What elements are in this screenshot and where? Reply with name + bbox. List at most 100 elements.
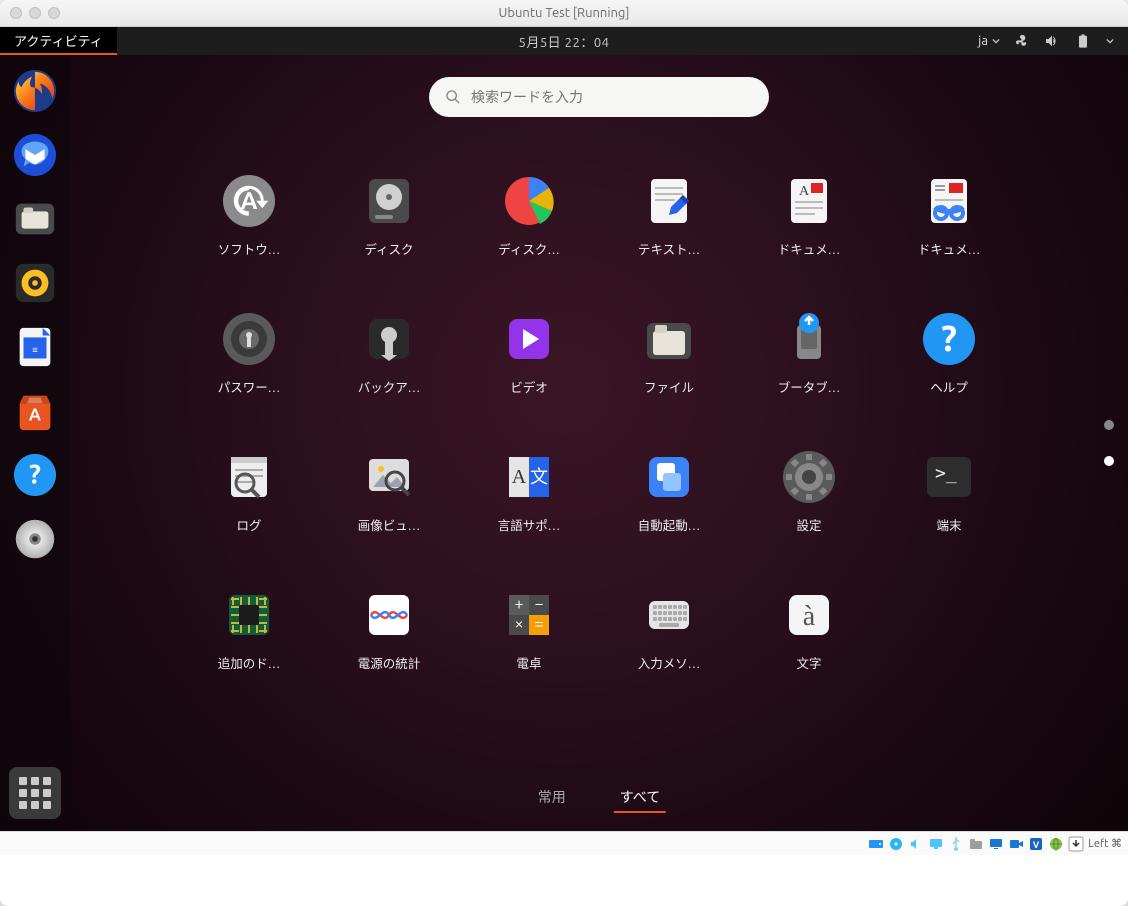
app-startup-disk[interactable]: ブータブ… bbox=[739, 311, 879, 429]
backups-icon bbox=[361, 311, 417, 367]
app-label: 電源の統計 bbox=[358, 653, 421, 672]
svg-text:A: A bbox=[241, 187, 258, 214]
disk-usage-icon bbox=[501, 173, 557, 229]
ime-label: ja bbox=[978, 34, 988, 48]
svg-text:?: ? bbox=[29, 460, 41, 490]
app-calculator[interactable]: +−×=電卓 bbox=[459, 587, 599, 705]
svg-text:à: à bbox=[803, 601, 816, 632]
dock-help[interactable]: ? bbox=[9, 449, 61, 501]
terminal-icon: >_ bbox=[921, 449, 977, 505]
dock-software[interactable]: A bbox=[9, 385, 61, 437]
optical-icon[interactable] bbox=[888, 836, 904, 852]
page-dot[interactable] bbox=[1104, 456, 1114, 466]
virtualbox-statusbar: V Left ⌘ bbox=[0, 831, 1128, 855]
app-help[interactable]: ? ヘルプ bbox=[879, 311, 1019, 429]
shared-folders-icon[interactable] bbox=[968, 836, 984, 852]
startup-apps-icon bbox=[641, 449, 697, 505]
dock-disc[interactable] bbox=[9, 513, 61, 565]
app-label: ディスク… bbox=[498, 239, 560, 258]
app-text-editor[interactable]: テキスト… bbox=[599, 173, 739, 291]
app-videos[interactable]: ビデオ bbox=[459, 311, 599, 429]
app-input-method[interactable]: 入力メソ… bbox=[599, 587, 739, 705]
svg-text:+: + bbox=[514, 595, 523, 613]
app-label: ドキュメ… bbox=[918, 239, 980, 258]
hdd-icon[interactable] bbox=[868, 836, 884, 852]
svg-text:?: ? bbox=[941, 317, 957, 358]
app-label: ドキュメ… bbox=[778, 239, 840, 258]
document-scanner-icon bbox=[921, 173, 977, 229]
app-backups[interactable]: バックア… bbox=[319, 311, 459, 429]
app-label: 自動起動… bbox=[638, 515, 700, 534]
search-icon bbox=[445, 89, 461, 105]
hostkey-icon[interactable] bbox=[1068, 836, 1084, 852]
app-image-viewer[interactable]: 画像ビュ… bbox=[319, 449, 459, 567]
svg-text:>_: >_ bbox=[935, 463, 957, 484]
characters-icon: à bbox=[781, 587, 837, 643]
passwords-icon bbox=[221, 311, 277, 367]
app-language-support[interactable]: A文言語サポ… bbox=[459, 449, 599, 567]
input-source-indicator[interactable]: ja bbox=[978, 34, 1000, 48]
startup-disk-icon bbox=[781, 311, 837, 367]
app-additional-drivers[interactable]: 追加のド… bbox=[179, 587, 319, 705]
tab-all[interactable]: すべて bbox=[614, 783, 666, 813]
app-filter-tabs: 常用 すべて bbox=[532, 783, 666, 813]
system-tray[interactable]: ja bbox=[978, 33, 1128, 49]
app-software-updater[interactable]: A ソフトウ… bbox=[179, 173, 319, 291]
app-grid: Aソフトウ…ディスクディスク…テキスト…Aドキュメ…ドキュメ…パスワー…バックア… bbox=[70, 173, 1128, 705]
dock-thunderbird[interactable] bbox=[9, 129, 61, 181]
app-label: パスワー… bbox=[218, 377, 280, 396]
app-characters[interactable]: à文字 bbox=[739, 587, 879, 705]
app-settings[interactable]: 設定 bbox=[739, 449, 879, 567]
dock-firefox[interactable] bbox=[9, 65, 61, 117]
network-icon[interactable] bbox=[928, 836, 944, 852]
dock-rhythmbox[interactable] bbox=[9, 257, 61, 309]
virtualbox-window: Ubuntu Test [Running] アクティビティ 5月5日 22：04… bbox=[0, 0, 1128, 906]
app-label: テキスト… bbox=[638, 239, 700, 258]
tab-frequent[interactable]: 常用 bbox=[532, 783, 572, 813]
app-disk-usage[interactable]: ディスク… bbox=[459, 173, 599, 291]
volume-icon[interactable] bbox=[1044, 33, 1060, 49]
app-document-scanner[interactable]: ドキュメ… bbox=[879, 173, 1019, 291]
vbox-icon[interactable]: V bbox=[1028, 836, 1044, 852]
search-input[interactable] bbox=[471, 89, 753, 105]
guest-screen: アクティビティ 5月5日 22：04 ja bbox=[0, 27, 1128, 831]
battery-icon[interactable] bbox=[1074, 33, 1092, 49]
search-box[interactable] bbox=[429, 77, 769, 117]
app-disks[interactable]: ディスク bbox=[319, 173, 459, 291]
page-dot[interactable] bbox=[1104, 420, 1114, 430]
app-terminal[interactable]: >_端末 bbox=[879, 449, 1019, 567]
network-icon[interactable] bbox=[1014, 33, 1030, 49]
display-icon[interactable] bbox=[988, 836, 1004, 852]
audio-icon[interactable] bbox=[908, 836, 924, 852]
disks-icon bbox=[361, 173, 417, 229]
show-applications-button[interactable] bbox=[9, 767, 61, 819]
activities-button[interactable]: アクティビティ bbox=[0, 27, 117, 55]
app-label: ソフトウ… bbox=[218, 239, 280, 258]
app-label: 言語サポ… bbox=[498, 515, 560, 534]
settings-icon bbox=[781, 449, 837, 505]
app-passwords[interactable]: パスワー… bbox=[179, 311, 319, 429]
gnome-top-panel: アクティビティ 5月5日 22：04 ja bbox=[0, 27, 1128, 55]
workspace-pager[interactable] bbox=[1104, 420, 1114, 466]
app-startup-apps[interactable]: 自動起動… bbox=[599, 449, 739, 567]
app-power-statistics[interactable]: 電源の統計 bbox=[319, 587, 459, 705]
applications-overview: Aソフトウ…ディスクディスク…テキスト…Aドキュメ…ドキュメ…パスワー…バックア… bbox=[70, 55, 1128, 831]
recording-icon[interactable] bbox=[1008, 836, 1024, 852]
calculator-icon: +−×= bbox=[501, 587, 557, 643]
dock-files[interactable] bbox=[9, 193, 61, 245]
svg-text:≡: ≡ bbox=[32, 344, 38, 355]
app-files[interactable]: ファイル bbox=[599, 311, 739, 429]
app-logs[interactable]: ログ bbox=[179, 449, 319, 567]
additional-drivers-icon bbox=[221, 587, 277, 643]
hostkey-label: Left ⌘ bbox=[1088, 837, 1122, 850]
image-viewer-icon bbox=[361, 449, 417, 505]
app-document-viewer[interactable]: Aドキュメ… bbox=[739, 173, 879, 291]
app-label: ヘルプ bbox=[930, 377, 968, 396]
dock-writer[interactable]: ≡ bbox=[9, 321, 61, 373]
app-label: バックア… bbox=[358, 377, 420, 396]
usb-icon[interactable] bbox=[948, 836, 964, 852]
globe-icon[interactable] bbox=[1048, 836, 1064, 852]
chevron-down-icon bbox=[1106, 37, 1114, 45]
clock[interactable]: 5月5日 22：04 bbox=[519, 32, 610, 51]
host-titlebar: Ubuntu Test [Running] bbox=[0, 0, 1128, 27]
